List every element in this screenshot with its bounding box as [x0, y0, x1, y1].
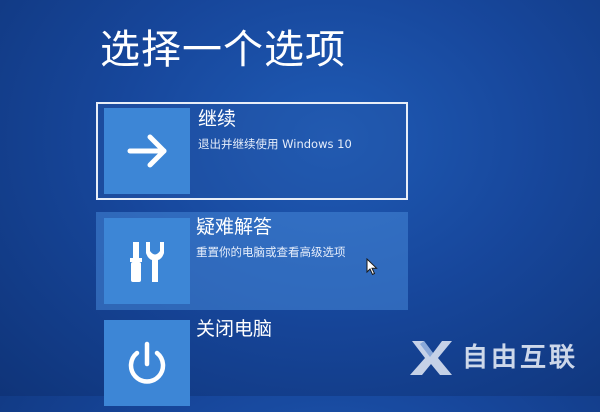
option-continue[interactable]: 继续 退出并继续使用 Windows 10: [96, 102, 408, 200]
continue-tile: [104, 108, 190, 194]
arrow-right-icon: [127, 134, 167, 168]
option-shutdown[interactable]: 关闭电脑: [96, 314, 408, 412]
mouse-cursor-icon: [366, 258, 378, 276]
option-shutdown-title: 关闭电脑: [196, 318, 273, 340]
option-continue-description: 退出并继续使用 Windows 10: [198, 137, 352, 151]
watermark: 自由互联: [408, 336, 594, 380]
power-icon: [128, 341, 166, 384]
tools-icon: [130, 242, 164, 282]
watermark-text: 自由互联: [462, 343, 579, 373]
option-continue-title: 继续: [198, 108, 237, 130]
page-title: 选择一个选项: [100, 27, 346, 73]
option-troubleshoot-description: 重置你的电脑或查看高级选项: [196, 245, 346, 259]
troubleshoot-tile: [104, 218, 190, 304]
x-logo-icon: [410, 341, 452, 375]
shutdown-tile: [104, 320, 190, 406]
option-troubleshoot-title: 疑难解答: [196, 216, 273, 238]
option-troubleshoot[interactable]: 疑难解答 重置你的电脑或查看高级选项: [96, 212, 408, 310]
